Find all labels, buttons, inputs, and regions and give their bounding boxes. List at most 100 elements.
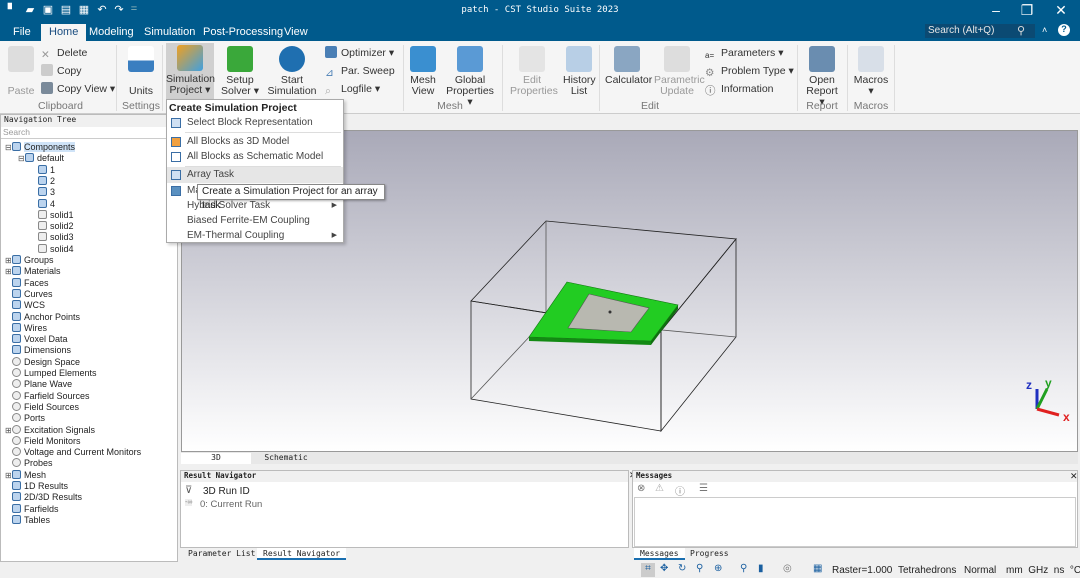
history-list-button[interactable]: History List (563, 44, 596, 97)
par-sweep-button[interactable]: ⊿ Par. Sweep (325, 63, 395, 79)
clear-list-icon[interactable]: ☰ (699, 483, 708, 494)
tree-item[interactable]: Wires (5, 322, 47, 334)
tree-item[interactable]: WCS (5, 300, 45, 311)
tree-item[interactable]: Lumped Elements (5, 368, 97, 379)
optimizer-button[interactable]: Optimizer ▾ (325, 45, 394, 61)
tree-item[interactable]: ⊟ default (18, 153, 64, 164)
information-button[interactable]: ⓘ Information (705, 81, 774, 97)
units-button[interactable]: Units (126, 44, 156, 97)
copy-button[interactable]: Copy (41, 63, 82, 79)
select-tool-icon[interactable]: ⌗ (641, 563, 655, 577)
tree-item[interactable]: Voxel Data (5, 334, 68, 345)
tree-item[interactable]: ⊟ Components (5, 142, 76, 153)
tree-item[interactable]: Farfields (5, 503, 59, 515)
expand-icon[interactable]: ⊟ (18, 153, 25, 164)
simulation-project-button[interactable]: Simulation Project ▾ (166, 43, 215, 99)
restore-button[interactable]: ❐ (1012, 2, 1042, 19)
close-messages-icon[interactable]: ✕ (1070, 471, 1078, 482)
tree-item[interactable]: solid4 (31, 243, 74, 255)
tab-result-navigator[interactable]: Result Navigator (257, 548, 347, 560)
close-button[interactable]: ✕ (1046, 2, 1076, 19)
table-row[interactable]: 0: Current Run (200, 499, 262, 510)
global-properties-button[interactable]: Global Properties ▾ (444, 44, 496, 108)
tree-item[interactable]: ⊞ Groups (5, 255, 54, 266)
paste-button[interactable]: Paste (6, 44, 36, 97)
tab-file[interactable]: File (5, 24, 39, 41)
calculator-button[interactable]: Calculator (605, 44, 652, 86)
tree-item[interactable]: Faces (5, 277, 49, 289)
mesh-view-button[interactable]: Mesh View (408, 44, 438, 97)
menu-item-all-blocks-3d[interactable]: All Blocks as 3D Model (167, 134, 343, 150)
tab-schematic[interactable]: Schematic (251, 453, 321, 464)
zoom-icon[interactable]: ⚲ (696, 563, 703, 574)
warning-filter-icon[interactable]: ⚠ (655, 483, 664, 494)
views-icon[interactable]: ▮ (758, 563, 764, 574)
tree-item[interactable]: 4 (31, 198, 55, 210)
tab-home[interactable]: Home (41, 24, 87, 41)
expand-icon[interactable]: ⊞ (5, 255, 12, 266)
tree-item[interactable]: 1 (31, 164, 55, 176)
minimize-button[interactable]: – (981, 2, 1011, 18)
menu-item-all-blocks-schematic[interactable]: All Blocks as Schematic Model (167, 149, 343, 165)
problem-type-button[interactable]: ⚙ Problem Type ▾ (705, 63, 794, 79)
tree-item[interactable]: ⊞ Materials (5, 266, 61, 277)
tree-item[interactable]: Probes (5, 458, 53, 469)
parameters-button[interactable]: a= Parameters ▾ (705, 45, 783, 61)
raster-icon[interactable]: ▦ (813, 563, 822, 574)
tree-item[interactable]: 3 (31, 187, 55, 198)
expand-icon[interactable]: ⊞ (5, 425, 12, 436)
tree-item[interactable]: solid1 (31, 209, 74, 221)
tab-simulation[interactable]: Simulation (136, 24, 203, 41)
rotate-icon[interactable]: ↻ (678, 563, 686, 574)
tab-3d[interactable]: 3D (181, 453, 251, 464)
tab-modeling[interactable]: Modeling (81, 24, 142, 41)
macros-button[interactable]: Macros ▾ (853, 44, 889, 97)
tab-progress[interactable]: Progress (684, 548, 735, 560)
open-report-button[interactable]: Open Report ▾ (803, 44, 841, 108)
tab-view[interactable]: View (276, 24, 316, 41)
rotate-view-icon[interactable]: ⊕ (714, 563, 722, 574)
error-filter-icon[interactable]: ⊗ (637, 483, 645, 494)
menu-item-biased-ferrite[interactable]: Biased Ferrite-EM Coupling (167, 213, 343, 229)
setup-solver-button[interactable]: Setup Solver ▾ (220, 44, 260, 97)
tree-item[interactable]: ⊞ Excitation Signals (5, 424, 95, 436)
menu-item-array-task[interactable]: Array Task (167, 167, 343, 183)
copy-view-button[interactable]: Copy View ▾ (41, 81, 115, 97)
edit-properties-button[interactable]: Edit Properties (510, 44, 558, 97)
units-status[interactable]: mm GHz ns °C (1006, 565, 1080, 576)
tree-item[interactable]: Anchor Points (5, 311, 80, 323)
tree-item[interactable]: Voltage and Current Monitors (5, 447, 141, 458)
tree-item[interactable]: solid3 (31, 232, 74, 243)
tree-item[interactable]: Field Monitors (5, 435, 81, 447)
tree-item[interactable]: solid2 (31, 221, 74, 232)
expand-icon[interactable]: ⊞ (5, 470, 12, 481)
filter-icon[interactable]: ⊽ (185, 485, 192, 496)
zoom-fit-icon[interactable]: ⚲ (740, 563, 747, 574)
tab-messages[interactable]: Messages (634, 548, 685, 560)
menu-item-select-block-representation[interactable]: Select Block Representation (167, 115, 343, 131)
info-filter-icon[interactable]: ⓘ (675, 483, 685, 498)
tree-item[interactable]: 2D/3D Results (5, 492, 82, 503)
collapse-ribbon-icon[interactable]: ˄ (1042, 25, 1047, 35)
expand-icon[interactable]: ⊟ (5, 142, 12, 153)
expand-icon[interactable]: ⊞ (5, 266, 12, 277)
parametric-update-button[interactable]: Parametric Update (654, 44, 705, 97)
start-simulation-button[interactable]: Start Simulation (266, 44, 318, 97)
nav-search-input[interactable]: Search (1, 127, 177, 139)
tab-parameter-list[interactable]: Parameter List (182, 548, 261, 560)
menu-item-hybrid-solver-task[interactable]: Hybrid Solver Task ▶ (167, 198, 343, 214)
tree-item[interactable]: Dimensions (5, 345, 71, 356)
logfile-button[interactable]: ⌕ Logfile ▾ (325, 81, 380, 97)
tree-item[interactable]: Farfield Sources (5, 390, 90, 402)
delete-button[interactable]: ✕ Delete (41, 45, 87, 61)
tree-item[interactable]: Field Sources (5, 401, 79, 413)
tree-item[interactable]: Curves (5, 288, 53, 300)
tree-item[interactable]: 1D Results (5, 481, 68, 492)
help-icon[interactable]: ? (1058, 24, 1070, 36)
tree-item[interactable]: ⊞ Mesh (5, 469, 46, 481)
tree-item[interactable]: 2 (31, 175, 55, 187)
search-icon[interactable]: ⚲ (1017, 24, 1025, 37)
tree-item[interactable]: Plane Wave (5, 379, 72, 390)
tree-item[interactable]: Tables (5, 514, 50, 526)
view-options-icon[interactable]: ◎ (783, 563, 792, 574)
